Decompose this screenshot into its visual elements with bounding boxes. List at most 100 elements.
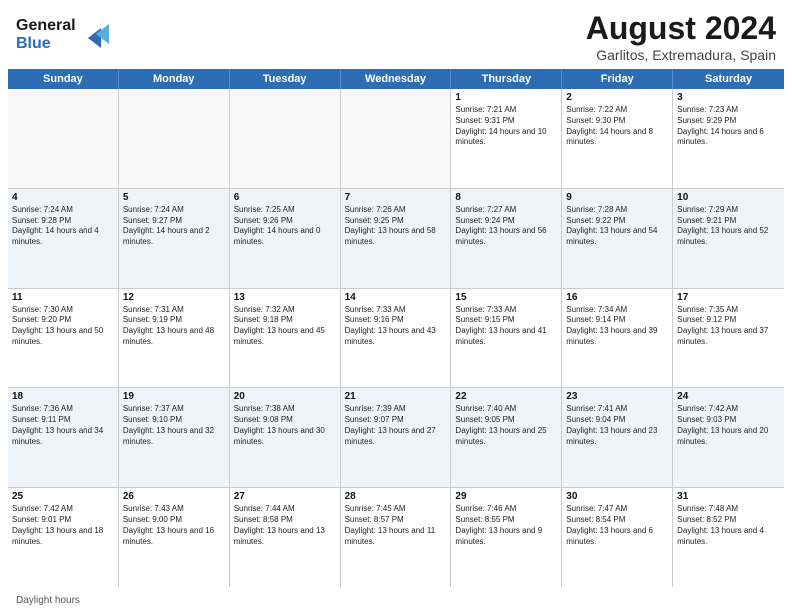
day-info: Sunrise: 7:24 AM Sunset: 9:28 PM Dayligh… <box>12 205 114 248</box>
calendar-header: SundayMondayTuesdayWednesdayThursdayFrid… <box>8 69 784 89</box>
location-subtitle: Garlitos, Extremadura, Spain <box>586 47 776 63</box>
day-info: Sunrise: 7:46 AM Sunset: 8:55 PM Dayligh… <box>455 504 557 547</box>
day-cell-13: 13Sunrise: 7:32 AM Sunset: 9:18 PM Dayli… <box>230 289 341 388</box>
day-cell-24: 24 Sunrise: 7:42 AM Sunset: 9:03 PM Dayli… <box>673 388 784 487</box>
header-day-friday: Friday <box>562 69 673 89</box>
day-cell-10: 10 Sunrise: 7:29 AM Sunset: 9:21 PM Dayli… <box>673 189 784 288</box>
day-info: Sunrise: 7:48 AM Sunset: 8:52 PM Dayligh… <box>677 504 780 547</box>
header-day-wednesday: Wednesday <box>341 69 452 89</box>
header-day-thursday: Thursday <box>451 69 562 89</box>
empty-cell <box>341 89 452 188</box>
calendar-body: 1Sunrise: 7:21 AM Sunset: 9:31 PM Daylig… <box>8 89 784 587</box>
day-info: Sunrise: 7:31 AM Sunset: 9:19 PM Dayligh… <box>123 305 225 348</box>
header-day-tuesday: Tuesday <box>230 69 341 89</box>
empty-cell <box>119 89 230 188</box>
calendar-week-5: 25 Sunrise: 7:42 AM Sunset: 9:01 PM Dayli… <box>8 488 784 587</box>
day-cell-8: 8 Sunrise: 7:27 AM Sunset: 9:24 PM Daylig… <box>451 189 562 288</box>
day-number: 9 <box>566 192 668 203</box>
page: General Blue August 2024 Garlitos, Extre… <box>0 0 792 612</box>
month-year-title: August 2024 <box>586 10 776 47</box>
logo-text: General Blue <box>16 10 126 59</box>
day-cell-31: 31Sunrise: 7:48 AM Sunset: 8:52 PM Dayli… <box>673 488 784 587</box>
header: General Blue August 2024 Garlitos, Extre… <box>0 0 792 69</box>
svg-text:Blue: Blue <box>16 35 51 52</box>
day-info: Sunrise: 7:47 AM Sunset: 8:54 PM Dayligh… <box>566 504 668 547</box>
day-number: 1 <box>455 92 557 103</box>
day-info: Sunrise: 7:45 AM Sunset: 8:57 PM Dayligh… <box>345 504 447 547</box>
day-info: Sunrise: 7:26 AM Sunset: 9:25 PM Dayligh… <box>345 205 447 248</box>
day-number: 29 <box>455 491 557 502</box>
day-cell-30: 30 Sunrise: 7:47 AM Sunset: 8:54 PM Dayli… <box>562 488 673 587</box>
header-day-monday: Monday <box>119 69 230 89</box>
day-info: Sunrise: 7:36 AM Sunset: 9:11 PM Dayligh… <box>12 404 114 447</box>
day-number: 21 <box>345 391 447 402</box>
day-info: Sunrise: 7:44 AM Sunset: 8:58 PM Dayligh… <box>234 504 336 547</box>
day-number: 3 <box>677 92 780 103</box>
day-info: Sunrise: 7:42 AM Sunset: 9:01 PM Dayligh… <box>12 504 114 547</box>
empty-cell <box>230 89 341 188</box>
day-number: 2 <box>566 92 668 103</box>
day-cell-29: 29 Sunrise: 7:46 AM Sunset: 8:55 PM Dayli… <box>451 488 562 587</box>
day-number: 6 <box>234 192 336 203</box>
day-cell-2: 2Sunrise: 7:22 AM Sunset: 9:30 PM Daylig… <box>562 89 673 188</box>
calendar-week-3: 11 Sunrise: 7:30 AM Sunset: 9:20 PM Dayli… <box>8 289 784 389</box>
day-number: 25 <box>12 491 114 502</box>
day-info: Sunrise: 7:32 AM Sunset: 9:18 PM Dayligh… <box>234 305 336 348</box>
svg-text:General: General <box>16 17 76 34</box>
day-info: Sunrise: 7:40 AM Sunset: 9:05 PM Dayligh… <box>455 404 557 447</box>
day-number: 19 <box>123 391 225 402</box>
day-number: 8 <box>455 192 557 203</box>
day-info: Sunrise: 7:25 AM Sunset: 9:26 PM Dayligh… <box>234 205 336 248</box>
day-info: Sunrise: 7:41 AM Sunset: 9:04 PM Dayligh… <box>566 404 668 447</box>
day-cell-19: 19 Sunrise: 7:37 AM Sunset: 9:10 PM Dayli… <box>119 388 230 487</box>
day-number: 28 <box>345 491 447 502</box>
day-cell-14: 14 Sunrise: 7:33 AM Sunset: 9:16 PM Dayli… <box>341 289 452 388</box>
day-info: Sunrise: 7:43 AM Sunset: 9:00 PM Dayligh… <box>123 504 225 547</box>
footer-label: Daylight hours <box>16 595 80 606</box>
day-number: 12 <box>123 292 225 303</box>
day-number: 26 <box>123 491 225 502</box>
day-number: 30 <box>566 491 668 502</box>
day-number: 7 <box>345 192 447 203</box>
day-cell-17: 17Sunrise: 7:35 AM Sunset: 9:12 PM Dayli… <box>673 289 784 388</box>
day-number: 24 <box>677 391 780 402</box>
day-info: Sunrise: 7:37 AM Sunset: 9:10 PM Dayligh… <box>123 404 225 447</box>
calendar-week-4: 18 Sunrise: 7:36 AM Sunset: 9:11 PM Dayli… <box>8 388 784 488</box>
day-number: 10 <box>677 192 780 203</box>
day-cell-5: 5Sunrise: 7:24 AM Sunset: 9:27 PM Daylig… <box>119 189 230 288</box>
day-number: 27 <box>234 491 336 502</box>
day-number: 16 <box>566 292 668 303</box>
day-cell-4: 4 Sunrise: 7:24 AM Sunset: 9:28 PM Daylig… <box>8 189 119 288</box>
day-info: Sunrise: 7:30 AM Sunset: 9:20 PM Dayligh… <box>12 305 114 348</box>
day-info: Sunrise: 7:33 AM Sunset: 9:15 PM Dayligh… <box>455 305 557 348</box>
day-number: 11 <box>12 292 114 303</box>
day-info: Sunrise: 7:27 AM Sunset: 9:24 PM Dayligh… <box>455 205 557 248</box>
day-info: Sunrise: 7:39 AM Sunset: 9:07 PM Dayligh… <box>345 404 447 447</box>
day-number: 18 <box>12 391 114 402</box>
day-info: Sunrise: 7:42 AM Sunset: 9:03 PM Dayligh… <box>677 404 780 447</box>
day-cell-21: 21 Sunrise: 7:39 AM Sunset: 9:07 PM Dayli… <box>341 388 452 487</box>
day-info: Sunrise: 7:34 AM Sunset: 9:14 PM Dayligh… <box>566 305 668 348</box>
day-number: 22 <box>455 391 557 402</box>
day-number: 4 <box>12 192 114 203</box>
day-info: Sunrise: 7:33 AM Sunset: 9:16 PM Dayligh… <box>345 305 447 348</box>
day-cell-23: 23Sunrise: 7:41 AM Sunset: 9:04 PM Dayli… <box>562 388 673 487</box>
day-number: 20 <box>234 391 336 402</box>
day-cell-12: 12 Sunrise: 7:31 AM Sunset: 9:19 PM Dayli… <box>119 289 230 388</box>
day-cell-6: 6 Sunrise: 7:25 AM Sunset: 9:26 PM Daylig… <box>230 189 341 288</box>
day-cell-22: 22 Sunrise: 7:40 AM Sunset: 9:05 PM Dayli… <box>451 388 562 487</box>
day-cell-1: 1Sunrise: 7:21 AM Sunset: 9:31 PM Daylig… <box>451 89 562 188</box>
day-cell-9: 9Sunrise: 7:28 AM Sunset: 9:22 PM Daylig… <box>562 189 673 288</box>
day-cell-3: 3Sunrise: 7:23 AM Sunset: 9:29 PM Daylig… <box>673 89 784 188</box>
day-cell-16: 16 Sunrise: 7:34 AM Sunset: 9:14 PM Dayli… <box>562 289 673 388</box>
day-cell-18: 18 Sunrise: 7:36 AM Sunset: 9:11 PM Dayli… <box>8 388 119 487</box>
calendar-week-1: 1Sunrise: 7:21 AM Sunset: 9:31 PM Daylig… <box>8 89 784 189</box>
day-info: Sunrise: 7:38 AM Sunset: 9:08 PM Dayligh… <box>234 404 336 447</box>
day-cell-25: 25 Sunrise: 7:42 AM Sunset: 9:01 PM Dayli… <box>8 488 119 587</box>
day-cell-11: 11 Sunrise: 7:30 AM Sunset: 9:20 PM Dayli… <box>8 289 119 388</box>
day-info: Sunrise: 7:29 AM Sunset: 9:21 PM Dayligh… <box>677 205 780 248</box>
day-number: 14 <box>345 292 447 303</box>
day-number: 15 <box>455 292 557 303</box>
calendar-week-2: 4 Sunrise: 7:24 AM Sunset: 9:28 PM Daylig… <box>8 189 784 289</box>
day-number: 17 <box>677 292 780 303</box>
